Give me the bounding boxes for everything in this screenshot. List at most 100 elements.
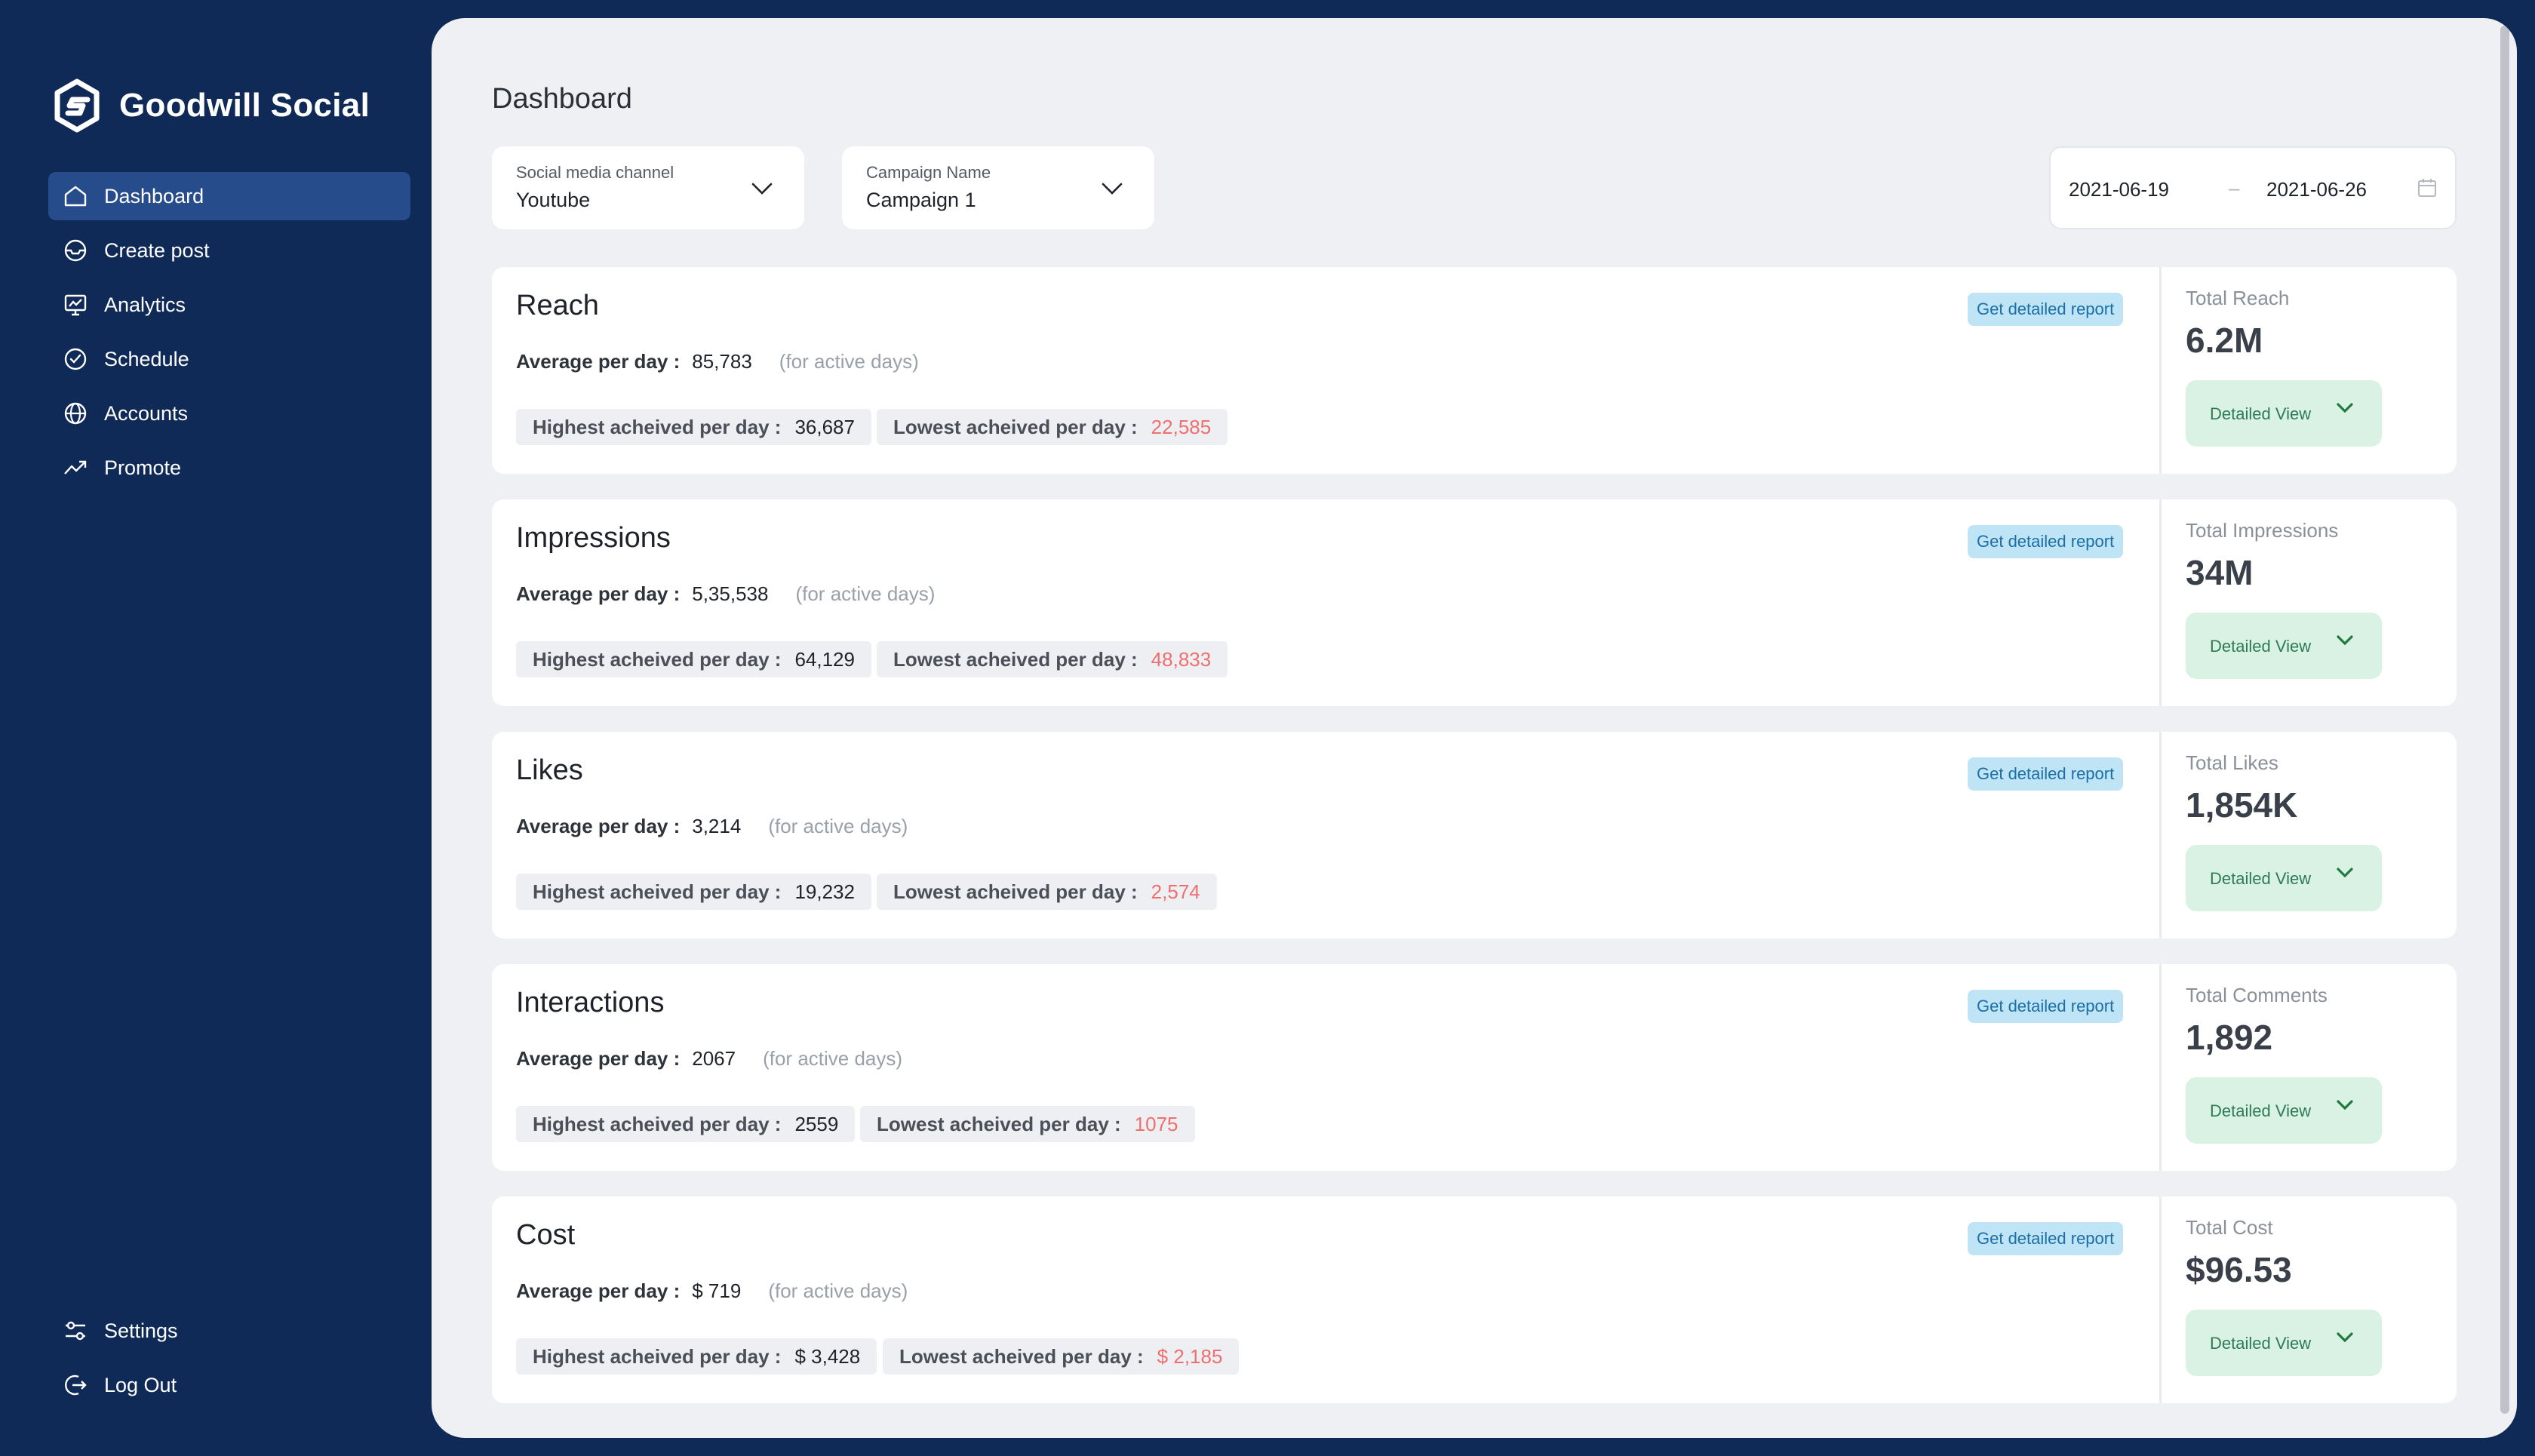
detailed-view-label: Detailed View [2210,1334,2312,1353]
chevron-down-icon [2332,628,2358,653]
channel-select-value: Youtube [516,189,591,211]
home-icon [60,181,91,211]
get-report-button[interactable]: Get detailed report [1968,1222,2124,1255]
highest-pill: Highest acheived per day : 36,687 [516,409,871,445]
inbox-icon [60,235,91,266]
date-range-picker[interactable]: 2021-06-19 – 2021-06-26 [2049,146,2457,229]
lowest-pill: Lowest acheived per day : 48,833 [877,641,1228,677]
channel-select-label: Social media channel [516,163,674,182]
average-label: Average per day : [516,1047,681,1070]
lowest-label: Lowest acheived per day : [893,648,1138,671]
highest-pill: Highest acheived per day : $ 3,428 [516,1338,877,1375]
total-value: 6.2M [2186,321,2263,360]
brand-logo[interactable]: Goodwill Social [50,78,370,133]
sidebar-item-promote[interactable]: Promote [48,444,410,492]
detailed-view-label: Detailed View [2210,1101,2312,1120]
detailed-view-button[interactable]: Detailed View [2186,613,2382,679]
active-days-note: (for active days) [768,1279,908,1302]
highest-label: Highest acheived per day : [533,1345,782,1368]
sidebar-item-accounts[interactable]: Accounts [48,389,410,438]
lowest-pill: Lowest acheived per day : 22,585 [877,409,1228,445]
lowest-label: Lowest acheived per day : [899,1345,1144,1368]
scrollbar[interactable] [2500,26,2509,1414]
detailed-view-button[interactable]: Detailed View [2186,380,2382,447]
sidebar-item-label: Accounts [104,401,189,425]
sidebar-item-analytics[interactable]: Analytics [48,281,410,329]
detailed-view-button[interactable]: Detailed View [2186,1310,2382,1376]
sidebar-item-logout[interactable]: Log Out [48,1361,410,1409]
lowest-pill: Lowest acheived per day : 1075 [860,1106,1195,1142]
get-report-button[interactable]: Get detailed report [1968,757,2124,791]
get-report-button[interactable]: Get detailed report [1968,990,2124,1023]
active-days-note: (for active days) [768,815,908,837]
date-separator: – [2229,177,2240,199]
highest-label: Highest acheived per day : [533,416,782,438]
channel-select[interactable]: Social media channel Youtube [492,146,804,229]
detailed-view-button[interactable]: Detailed View [2186,845,2382,911]
highest-value: 36,687 [794,416,855,438]
average-value: 5,35,538 [692,582,769,605]
average-value: 85,783 [692,350,752,373]
chevron-down-icon [2332,1325,2358,1350]
calendar-icon[interactable] [2416,177,2438,199]
detailed-view-button[interactable]: Detailed View [2186,1077,2382,1144]
sidebar-item-create-post[interactable]: Create post [48,226,410,275]
average-row: Average per day : 5,35,538 (for active d… [516,582,935,606]
sidebar-item-schedule[interactable]: Schedule [48,335,410,383]
sidebar-item-label: Schedule [104,347,189,370]
goodwill-logo-icon [54,78,100,133]
lowest-value: $ 2,185 [1157,1345,1223,1368]
lowest-value: 48,833 [1151,648,1212,671]
lowest-pill: Lowest acheived per day : 2,574 [877,874,1217,910]
lowest-label: Lowest acheived per day : [877,1113,1121,1135]
card-title: Interactions [516,987,665,1018]
sliders-icon [60,1316,91,1346]
highest-value: 2559 [794,1113,839,1135]
chevron-down-icon [2332,395,2358,421]
highest-value: $ 3,428 [794,1345,861,1368]
sidebar-nav: Dashboard Create post Analytics Schedule… [48,172,410,498]
metric-card-impressions: Impressions Get detailed report Average … [492,499,2457,706]
start-date[interactable]: 2021-06-19 [2069,178,2169,201]
sidebar-item-settings[interactable]: Settings [48,1307,410,1355]
average-label: Average per day : [516,815,681,837]
total-label: Total Impressions [2186,519,2339,542]
total-value: 1,854K [2186,785,2298,825]
sidebar-item-label: Dashboard [104,184,204,207]
lowest-value: 2,574 [1151,880,1200,903]
active-days-note: (for active days) [763,1047,903,1070]
sidebar-item-dashboard[interactable]: Dashboard [48,172,410,220]
brand-name: Goodwill Social [119,87,370,124]
lowest-label: Lowest acheived per day : [893,416,1138,438]
campaign-select[interactable]: Campaign Name Campaign 1 [842,146,1154,229]
presentation-chart-icon [60,290,91,320]
chevron-down-icon [2332,1092,2358,1118]
get-report-button[interactable]: Get detailed report [1968,525,2124,558]
metric-card-cost: Cost Get detailed report Average per day… [492,1196,2457,1403]
check-circle-icon [60,344,91,374]
chevron-down-icon [747,174,777,204]
globe-icon [60,398,91,429]
campaign-select-value: Campaign 1 [866,189,976,211]
sidebar-item-label: Analytics [104,293,186,316]
metric-card-interactions: Interactions Get detailed report Average… [492,964,2457,1171]
average-value: 3,214 [692,815,742,837]
main-panel: Dashboard Social media channel Youtube C… [432,18,2517,1438]
detailed-view-label: Detailed View [2210,637,2312,656]
average-row: Average per day : 3,214 (for active days… [516,815,908,838]
highest-label: Highest acheived per day : [533,880,782,903]
sidebar-item-label: Promote [104,456,182,479]
total-value: 1,892 [2186,1018,2273,1057]
highest-pill: Highest acheived per day : 64,129 [516,641,871,677]
sidebar-item-label: Create post [104,238,210,262]
end-date[interactable]: 2021-06-26 [2266,178,2367,201]
detailed-view-label: Detailed View [2210,869,2312,888]
get-report-button[interactable]: Get detailed report [1968,293,2124,326]
average-row: Average per day : $ 719 (for active days… [516,1279,908,1303]
total-label: Total Comments [2186,984,2328,1006]
card-title: Cost [516,1219,576,1251]
metric-card-likes: Likes Get detailed report Average per da… [492,732,2457,938]
highest-value: 19,232 [794,880,855,903]
card-title: Reach [516,290,599,321]
total-label: Total Reach [2186,287,2290,309]
